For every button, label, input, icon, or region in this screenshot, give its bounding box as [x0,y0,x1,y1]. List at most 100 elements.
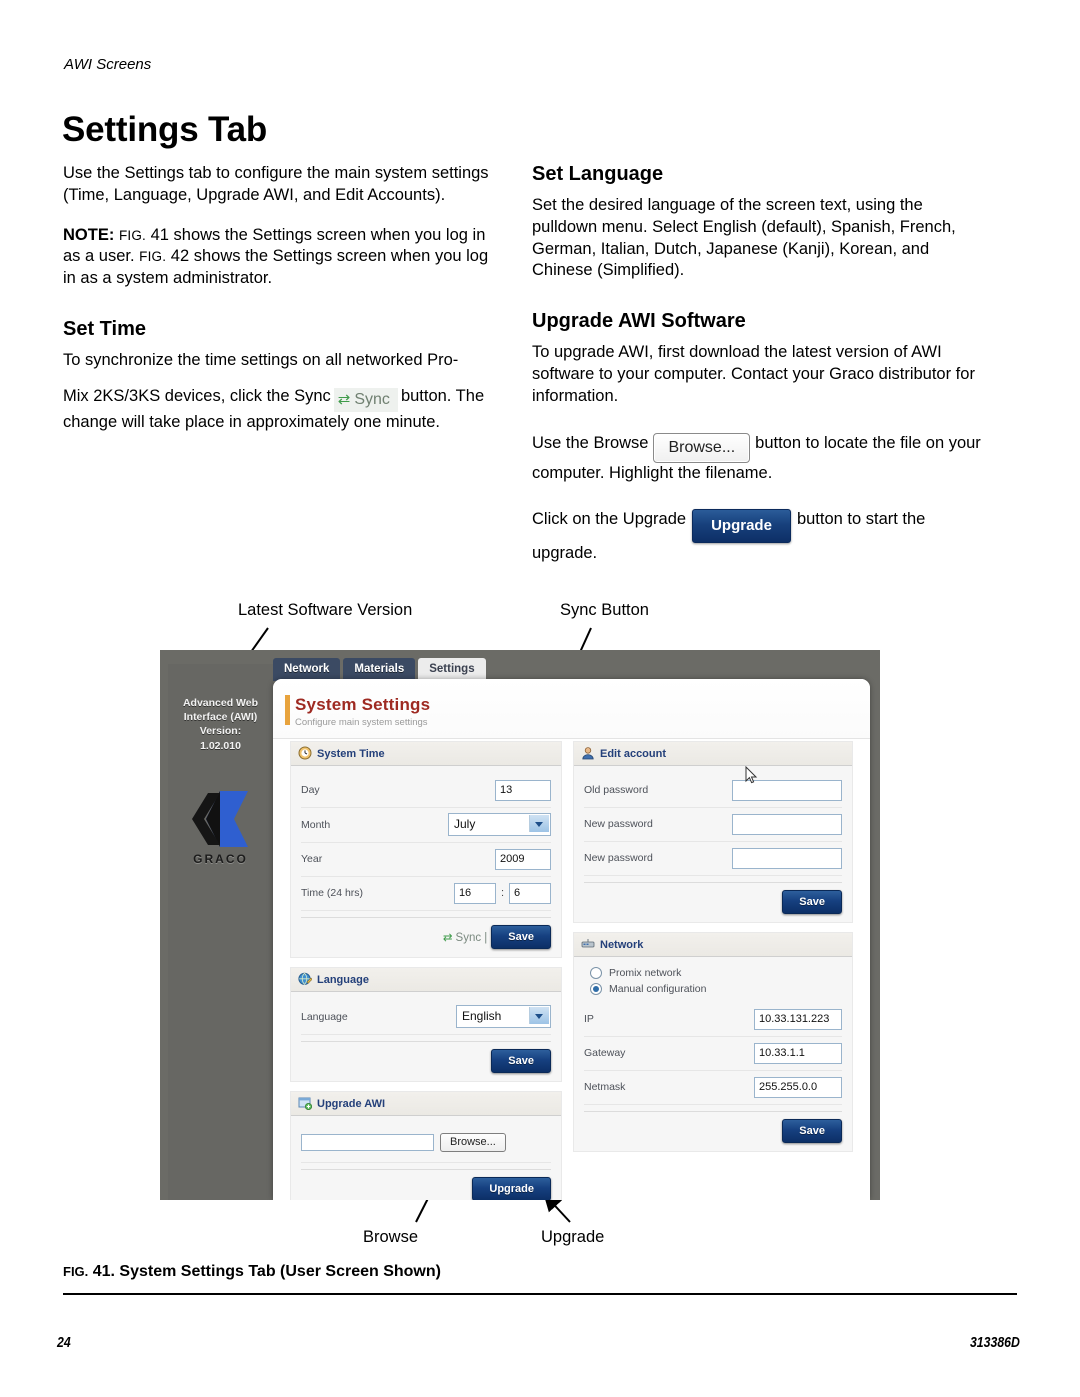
note-paragraph: NOTE: FIG. 41 shows the Settings screen … [63,225,503,290]
row-month: Month July [301,808,551,843]
input-time-minutes[interactable]: 6 [509,882,551,904]
panel-language-title: Language [317,974,369,986]
running-head: AWI Screens [64,56,152,73]
label-old-password: Old password [584,784,649,796]
label-new-password-2: New password [584,852,653,864]
page-title: Settings Tab [62,110,268,149]
radio-manual-configuration-label: Manual configuration [609,983,707,995]
awi-sidebar: Advanced Web Interface (AWI) Version: 1.… [168,664,273,1200]
label-language: Language [301,1010,348,1023]
figure-caption-text: 41. System Settings Tab (User Screen Sho… [88,1263,441,1280]
inline-sync-button-illustration: ⇄ Sync [333,387,398,412]
radio-manual-configuration[interactable]: Manual configuration [584,981,842,997]
chevron-down-icon[interactable] [529,1007,549,1024]
radio-promix-network[interactable]: Promix network [584,965,842,981]
label-netmask: Netmask [584,1081,626,1093]
browse-button[interactable]: Browse... [440,1133,506,1152]
sync-link-label: Sync | [455,932,488,944]
awi-content-area: System Settings Configure main system se… [273,679,870,1200]
inline-sync-label: Sync [354,390,390,408]
upgrade-awi-paragraph: To upgrade AWI, first download the lates… [532,343,975,405]
figure-caption-fig: FIG. [63,1264,89,1279]
sidebar-line-1: Advanced Web [182,697,259,709]
right-text-column: Set Language Set the desired language of… [532,163,984,583]
system-time-save-button[interactable]: Save [491,925,551,949]
input-time-hours[interactable]: 16 [453,882,496,904]
input-day[interactable]: 13 [495,779,551,801]
select-language-value: English [462,1009,502,1023]
note-fig-ref-1: FIG. [118,227,146,243]
panel-edit-account-title: Edit account [600,748,667,760]
sync-link[interactable]: ⇄ Sync | [443,930,487,944]
row-year: Year 2009 [301,843,551,877]
radio-promix-network-control[interactable] [590,967,602,979]
intro-paragraph: Use the Settings tab to configure the ma… [63,164,489,204]
awi-page-title: System Settings [295,695,431,714]
left-text-column: Use the Settings tab to configure the ma… [63,163,503,451]
browse-paragraph: Use the Browse Browse... button to locate … [532,433,984,485]
set-time-heading: Set Time [63,317,146,340]
system-time-actions: ⇄ Sync | Save [301,917,551,949]
input-new-password-2[interactable] [732,847,842,869]
select-month[interactable]: July [448,813,551,836]
awi-page-subtitle: Configure main system settings [295,717,428,728]
label-month: Month [301,818,331,831]
language-actions: Save [301,1041,551,1073]
panel-system-time: System Time Day 13 Month July Year 2009 … [290,741,562,958]
note-fig-ref-2: FIG. [139,249,167,265]
tab-network[interactable]: Network [273,658,341,681]
label-gateway: Gateway [584,1047,626,1059]
row-gateway: Gateway 10.33.1.1 [584,1037,842,1071]
upgrade-button[interactable]: Upgrade [472,1177,551,1200]
input-ip[interactable]: 10.33.131.223 [754,1008,842,1030]
panel-network-title: Network [600,939,644,951]
row-language: Language English [301,1000,551,1035]
select-language[interactable]: English [456,1005,551,1028]
edit-account-save-button[interactable]: Save [782,890,842,914]
panel-language: Language Language English Save [290,967,562,1082]
callout-browse: Browse [363,1228,419,1246]
input-gateway[interactable]: 10.33.1.1 [754,1042,842,1064]
input-new-password-1[interactable] [732,813,842,835]
select-month-value: July [454,817,476,831]
footer-rule [63,1293,1017,1295]
row-new-password-2: New password [584,842,842,876]
panel-upgrade-awi-title: Upgrade AWI [317,1098,386,1110]
panel-edit-account: Edit account Old password New password N… [573,741,853,923]
set-language-paragraph: Set the desired language of the screen t… [532,196,956,280]
radio-promix-network-label: Promix network [609,967,682,979]
set-time-paragraph-2: Mix 2KS/3KS devices, click the Sync ⇄ Sync… [63,386,503,434]
chevron-down-icon[interactable] [529,815,549,832]
right-panel-column: Edit account Old password New password N… [573,741,853,1161]
input-netmask[interactable]: 255.255.0.0 [754,1076,842,1098]
graco-g-logo-icon [190,789,252,849]
header-accent-bar [285,695,290,725]
upgrade-text-a: Click on the Upgrade [532,510,687,529]
sidebar-version-number: 1.02.010 [200,739,241,752]
callout-latest-software-version: Latest Software Version [238,601,413,619]
tab-settings[interactable]: Settings [418,658,486,681]
tab-materials[interactable]: Materials [343,658,416,681]
input-upgrade-file[interactable] [301,1134,434,1151]
panel-system-time-header: System Time [291,742,561,766]
row-ip: IP 10.33.131.223 [584,1003,842,1037]
language-save-button[interactable]: Save [491,1049,551,1073]
clock-icon [298,746,312,760]
row-day: Day 13 [301,774,551,808]
panel-edit-account-header: Edit account [574,742,852,766]
radio-manual-configuration-control[interactable] [590,983,602,995]
network-save-button[interactable]: Save [782,1119,842,1143]
input-year[interactable]: 2009 [495,848,551,870]
document-number: 313386D [970,1334,1020,1351]
panel-network: Network Promix network Manual configurat… [573,932,853,1152]
globe-pencil-icon [298,972,313,986]
row-file-select: Browse... [301,1124,551,1163]
mouse-pointer-icon [745,765,758,785]
panel-upgrade-awi: Upgrade AWI Browse... Upgrade [290,1091,562,1200]
inline-upgrade-button-illustration: Upgrade [692,509,791,544]
left-panel-column: System Time Day 13 Month July Year 2009 … [290,741,562,1200]
upgrade-awi-actions: Upgrade [301,1169,551,1200]
edit-account-actions: Save [584,882,842,914]
inline-browse-button-illustration: Browse... [653,433,751,464]
figure-caption: FIG. 41. System Settings Tab (User Scree… [63,1263,441,1281]
